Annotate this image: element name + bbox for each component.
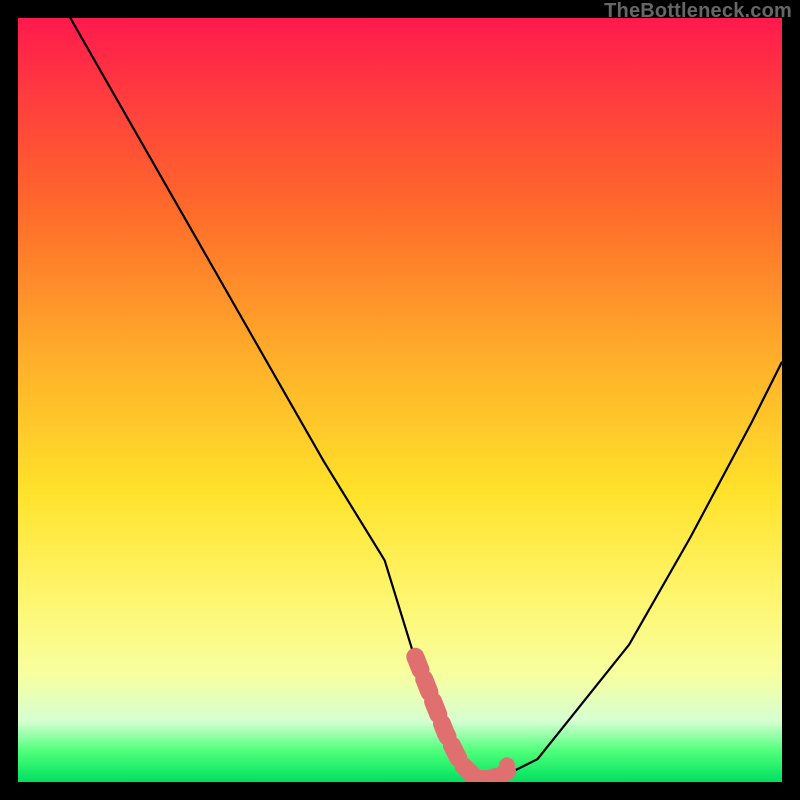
watermark-text: TheBottleneck.com	[604, 0, 792, 23]
chart-frame	[18, 18, 782, 782]
bottleneck-curve	[18, 18, 782, 782]
